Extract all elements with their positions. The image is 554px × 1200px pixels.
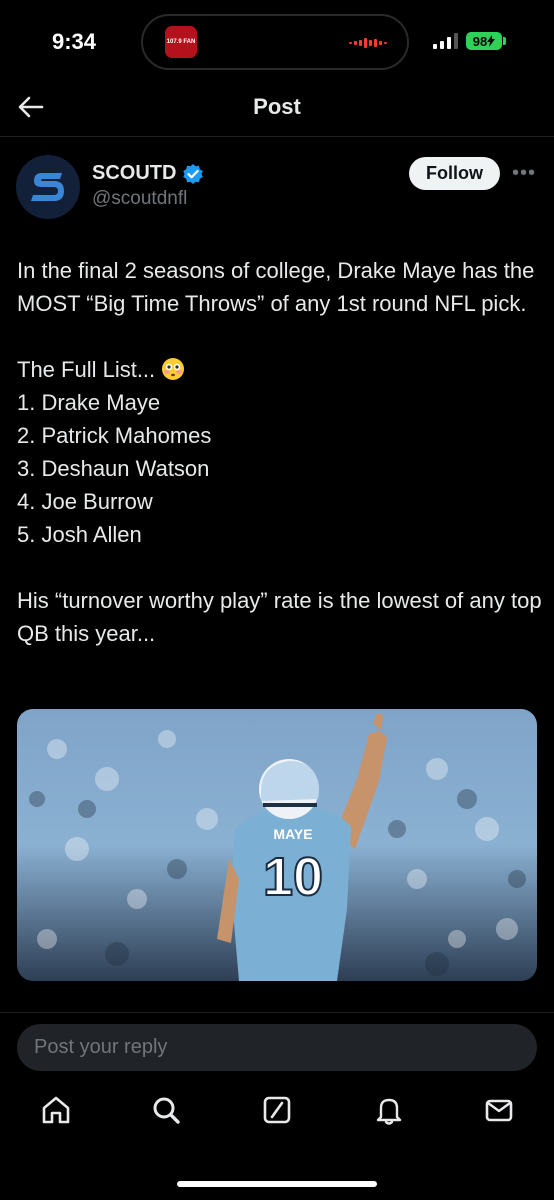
reply-divider bbox=[0, 1012, 554, 1013]
author-name[interactable]: SCOUTD bbox=[92, 162, 176, 185]
post-intro: In the final 2 seasons of college, Drake… bbox=[17, 258, 535, 316]
grok-icon bbox=[263, 1096, 291, 1124]
scoutd-logo-icon bbox=[16, 155, 80, 219]
list-heading-line: The Full List... bbox=[17, 353, 542, 386]
status-time: 9:34 bbox=[52, 29, 97, 54]
jersey-number: 10 bbox=[263, 847, 323, 907]
battery-tip bbox=[503, 37, 506, 45]
flushed-face-emoji-icon bbox=[162, 358, 185, 380]
battery-level: 98 bbox=[472, 33, 488, 49]
tab-grok[interactable] bbox=[257, 1090, 297, 1130]
radio-app-icon: 107.9 FAN bbox=[165, 26, 197, 58]
list-heading: The Full List... bbox=[17, 357, 156, 382]
author-avatar[interactable] bbox=[16, 155, 80, 219]
cellular-signal-icon bbox=[433, 33, 458, 49]
author-handle[interactable]: @scoutdnfl bbox=[92, 188, 187, 210]
list-item: 1. Drake Maye bbox=[17, 390, 161, 415]
follow-button[interactable]: Follow bbox=[409, 157, 500, 190]
list-item: 4. Joe Burrow bbox=[17, 489, 153, 514]
dynamic-island[interactable]: 107.9 FAN bbox=[141, 14, 409, 70]
tab-notifications[interactable] bbox=[369, 1090, 409, 1130]
tab-messages[interactable] bbox=[479, 1090, 519, 1130]
verified-badge-icon bbox=[183, 163, 204, 184]
bell-icon bbox=[376, 1098, 402, 1125]
post-image[interactable]: MAYE 10 bbox=[17, 709, 537, 981]
home-icon bbox=[42, 1096, 70, 1124]
post-header: Post bbox=[0, 80, 554, 137]
list-item: 2. Patrick Mahomes bbox=[17, 423, 212, 448]
post-outro: His “turnover worthy play” rate is the l… bbox=[17, 588, 542, 646]
charging-bolt-icon bbox=[487, 35, 496, 47]
search-icon bbox=[153, 1097, 180, 1124]
football-player-photo: MAYE 10 bbox=[17, 709, 537, 981]
tab-search[interactable] bbox=[146, 1090, 186, 1130]
jersey-name: MAYE bbox=[273, 826, 312, 842]
audio-wave-icon bbox=[349, 38, 387, 48]
page-title: Post bbox=[253, 94, 301, 119]
tab-home[interactable] bbox=[36, 1090, 76, 1130]
status-bar: 9:34 107.9 FAN 98 bbox=[0, 0, 554, 80]
post-body: In the final 2 seasons of college, Drake… bbox=[17, 254, 542, 650]
author-name-row[interactable]: SCOUTD bbox=[92, 162, 204, 185]
home-indicator[interactable] bbox=[177, 1181, 377, 1187]
more-options-icon[interactable]: ••• bbox=[512, 162, 536, 185]
battery-indicator: 98 bbox=[466, 32, 502, 50]
list-item: 5. Josh Allen bbox=[17, 522, 142, 547]
list-item: 3. Deshaun Watson bbox=[17, 456, 210, 481]
bottom-tab-bar bbox=[0, 1090, 554, 1146]
reply-input[interactable] bbox=[17, 1024, 537, 1071]
envelope-icon bbox=[485, 1099, 513, 1122]
